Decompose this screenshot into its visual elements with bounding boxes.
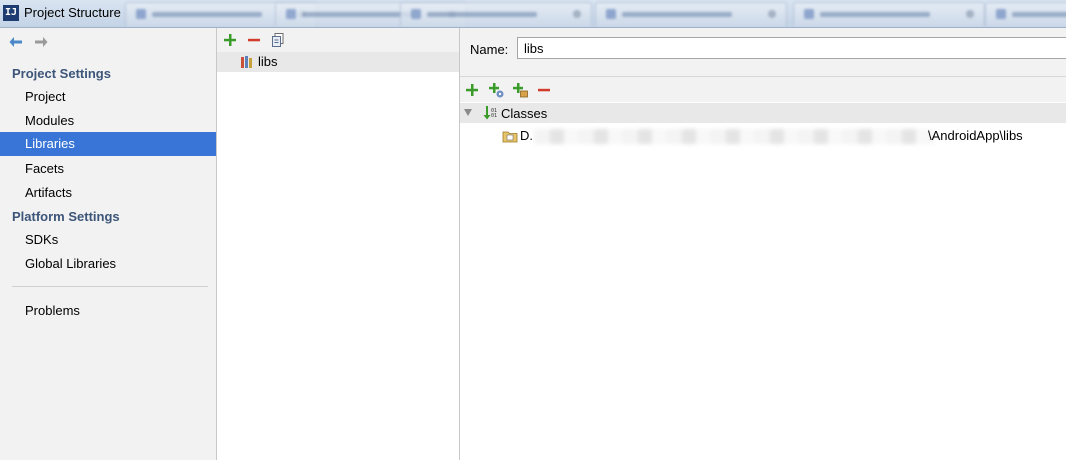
- app-logo-icon: IJ: [3, 5, 19, 21]
- nav-item-project[interactable]: Project: [0, 85, 216, 109]
- library-detail-panel: Name: 01 01 Classes D.: [460, 28, 1066, 460]
- background-tab: [985, 2, 1066, 26]
- tree-node-path[interactable]: D. \AndroidApp\libs: [500, 128, 1066, 146]
- jar-folder-icon: [502, 131, 518, 143]
- nav-section-platform-settings: Platform Settings: [12, 209, 120, 224]
- classes-label: Classes: [501, 106, 548, 121]
- expand-triangle-icon[interactable]: [464, 109, 472, 116]
- minus-icon[interactable]: [535, 81, 553, 99]
- name-area: Name:: [460, 28, 1066, 77]
- arrow-left-icon[interactable]: [8, 34, 24, 50]
- library-icon: [241, 56, 252, 68]
- nav-divider: [12, 286, 208, 287]
- nav-item-facets[interactable]: Facets: [0, 157, 216, 181]
- nav-item-artifacts[interactable]: Artifacts: [0, 181, 216, 205]
- name-input[interactable]: [517, 37, 1066, 59]
- path-end-text: \AndroidApp\libs: [928, 128, 1023, 143]
- plus-icon[interactable]: [463, 81, 481, 99]
- background-tab: [595, 2, 787, 26]
- minus-icon[interactable]: [245, 31, 263, 49]
- nav-item-problems[interactable]: Problems: [0, 299, 216, 323]
- library-toolbar: [217, 28, 459, 52]
- window-title: Project Structure: [24, 5, 121, 20]
- background-editor-tabs: [125, 2, 1066, 26]
- library-name: libs: [258, 54, 278, 69]
- plus-icon[interactable]: [221, 31, 239, 49]
- classes-icon: 01 01: [483, 106, 497, 120]
- background-tab: [400, 2, 592, 26]
- path-start-text: D.: [520, 128, 533, 143]
- arrow-right-icon[interactable]: [33, 34, 49, 50]
- name-label: Name:: [470, 42, 509, 57]
- title-bar: IJ Project Structure: [0, 0, 1066, 28]
- nav-item-sdks[interactable]: SDKs: [0, 228, 216, 252]
- list-item[interactable]: libs: [217, 52, 459, 72]
- roots-toolbar: [460, 77, 1066, 102]
- add-attached-icon[interactable]: [487, 81, 505, 99]
- library-list-panel: libs: [217, 28, 460, 460]
- nav-item-global-libraries[interactable]: Global Libraries: [0, 252, 216, 276]
- nav-item-libraries[interactable]: Libraries: [0, 132, 216, 156]
- redacted-path-segment: [534, 129, 934, 144]
- nav-section-project-settings: Project Settings: [12, 66, 111, 81]
- nav-item-modules[interactable]: Modules: [0, 109, 216, 133]
- svg-text:01: 01: [491, 113, 497, 119]
- add-url-icon[interactable]: [511, 81, 529, 99]
- background-tab: [793, 2, 985, 26]
- tree-node-classes[interactable]: 01 01 Classes: [460, 103, 1066, 123]
- copy-icon[interactable]: [269, 31, 287, 49]
- settings-nav: Project Settings Project Modules Librari…: [0, 28, 217, 460]
